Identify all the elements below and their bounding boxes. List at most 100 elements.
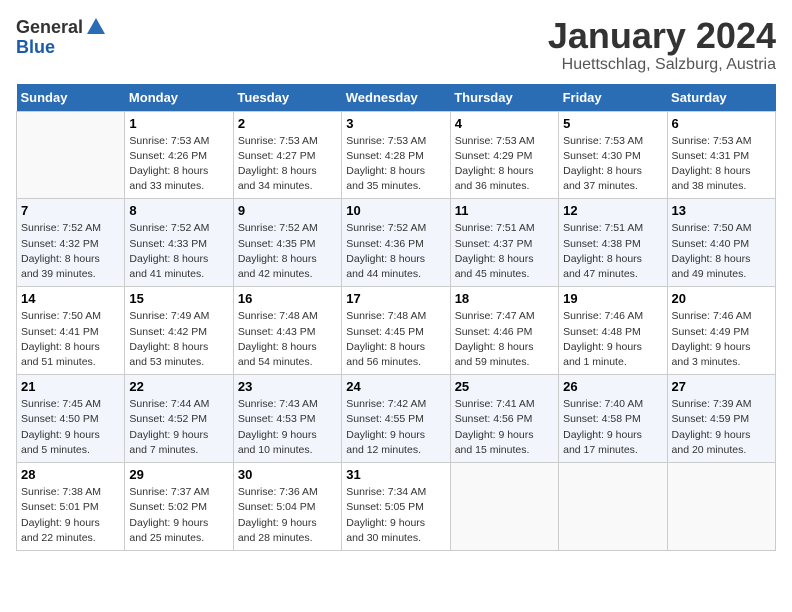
day-number: 3 [346, 116, 445, 131]
day-number: 28 [21, 467, 120, 482]
logo-blue: Blue [16, 38, 55, 56]
day-info: Sunrise: 7:34 AMSunset: 5:05 PMDaylight:… [346, 485, 445, 546]
day-cell: 21 Sunrise: 7:45 AMSunset: 4:50 PMDayligh… [17, 375, 125, 463]
day-cell: 20 Sunrise: 7:46 AMSunset: 4:49 PMDayligh… [667, 287, 775, 375]
week-row-3: 14 Sunrise: 7:50 AMSunset: 4:41 PMDayligh… [17, 287, 776, 375]
day-info: Sunrise: 7:43 AMSunset: 4:53 PMDaylight:… [238, 397, 337, 458]
day-cell: 19 Sunrise: 7:46 AMSunset: 4:48 PMDayligh… [559, 287, 667, 375]
day-number: 15 [129, 291, 228, 306]
day-info: Sunrise: 7:40 AMSunset: 4:58 PMDaylight:… [563, 397, 662, 458]
day-cell: 12 Sunrise: 7:51 AMSunset: 4:38 PMDayligh… [559, 199, 667, 287]
day-info: Sunrise: 7:46 AMSunset: 4:48 PMDaylight:… [563, 309, 662, 370]
day-number: 6 [672, 116, 771, 131]
day-cell [667, 463, 775, 551]
day-info: Sunrise: 7:51 AMSunset: 4:38 PMDaylight:… [563, 221, 662, 282]
header-row: SundayMondayTuesdayWednesdayThursdayFrid… [17, 84, 776, 112]
day-cell: 31 Sunrise: 7:34 AMSunset: 5:05 PMDayligh… [342, 463, 450, 551]
day-cell: 24 Sunrise: 7:42 AMSunset: 4:55 PMDayligh… [342, 375, 450, 463]
day-info: Sunrise: 7:48 AMSunset: 4:45 PMDaylight:… [346, 309, 445, 370]
day-info: Sunrise: 7:53 AMSunset: 4:26 PMDaylight:… [129, 134, 228, 195]
day-cell: 17 Sunrise: 7:48 AMSunset: 4:45 PMDayligh… [342, 287, 450, 375]
day-number: 23 [238, 379, 337, 394]
logo-icon [85, 16, 107, 38]
day-cell: 23 Sunrise: 7:43 AMSunset: 4:53 PMDayligh… [233, 375, 341, 463]
day-number: 4 [455, 116, 554, 131]
day-number: 21 [21, 379, 120, 394]
day-info: Sunrise: 7:42 AMSunset: 4:55 PMDaylight:… [346, 397, 445, 458]
week-row-5: 28 Sunrise: 7:38 AMSunset: 5:01 PMDayligh… [17, 463, 776, 551]
calendar-title: January 2024 [548, 16, 776, 56]
day-info: Sunrise: 7:53 AMSunset: 4:31 PMDaylight:… [672, 134, 771, 195]
day-number: 24 [346, 379, 445, 394]
day-cell [17, 111, 125, 199]
day-info: Sunrise: 7:53 AMSunset: 4:29 PMDaylight:… [455, 134, 554, 195]
day-number: 10 [346, 203, 445, 218]
day-info: Sunrise: 7:52 AMSunset: 4:33 PMDaylight:… [129, 221, 228, 282]
week-row-4: 21 Sunrise: 7:45 AMSunset: 4:50 PMDayligh… [17, 375, 776, 463]
day-number: 9 [238, 203, 337, 218]
day-info: Sunrise: 7:53 AMSunset: 4:28 PMDaylight:… [346, 134, 445, 195]
day-number: 31 [346, 467, 445, 482]
day-number: 8 [129, 203, 228, 218]
day-cell: 4 Sunrise: 7:53 AMSunset: 4:29 PMDaylight… [450, 111, 558, 199]
col-header-saturday: Saturday [667, 84, 775, 112]
day-cell: 26 Sunrise: 7:40 AMSunset: 4:58 PMDayligh… [559, 375, 667, 463]
col-header-tuesday: Tuesday [233, 84, 341, 112]
day-cell [450, 463, 558, 551]
col-header-monday: Monday [125, 84, 233, 112]
day-cell: 29Sunrise: 7:37 AMSunset: 5:02 PMDayligh… [125, 463, 233, 551]
logo-general: General [16, 18, 83, 36]
day-info: Sunrise: 7:49 AMSunset: 4:42 PMDaylight:… [129, 309, 228, 370]
day-info: Sunrise: 7:52 AMSunset: 4:35 PMDaylight:… [238, 221, 337, 282]
day-cell: 8 Sunrise: 7:52 AMSunset: 4:33 PMDaylight… [125, 199, 233, 287]
day-number: 16 [238, 291, 337, 306]
day-number: 25 [455, 379, 554, 394]
day-cell: 9 Sunrise: 7:52 AMSunset: 4:35 PMDaylight… [233, 199, 341, 287]
day-number: 11 [455, 203, 554, 218]
day-info: Sunrise: 7:52 AMSunset: 4:32 PMDaylight:… [21, 221, 120, 282]
day-number: 14 [21, 291, 120, 306]
day-cell: 25 Sunrise: 7:41 AMSunset: 4:56 PMDayligh… [450, 375, 558, 463]
week-row-2: 7 Sunrise: 7:52 AMSunset: 4:32 PMDaylight… [17, 199, 776, 287]
day-number: 12 [563, 203, 662, 218]
day-cell: 10 Sunrise: 7:52 AMSunset: 4:36 PMDayligh… [342, 199, 450, 287]
day-number: 7 [21, 203, 120, 218]
day-number: 19 [563, 291, 662, 306]
day-info: Sunrise: 7:37 AMSunset: 5:02 PMDaylight:… [129, 485, 228, 546]
day-cell: 22 Sunrise: 7:44 AMSunset: 4:52 PMDayligh… [125, 375, 233, 463]
day-number: 30 [238, 467, 337, 482]
day-number: 26 [563, 379, 662, 394]
day-cell: 3 Sunrise: 7:53 AMSunset: 4:28 PMDaylight… [342, 111, 450, 199]
day-info: Sunrise: 7:46 AMSunset: 4:49 PMDaylight:… [672, 309, 771, 370]
day-number: 2 [238, 116, 337, 131]
day-info: Sunrise: 7:45 AMSunset: 4:50 PMDaylight:… [21, 397, 120, 458]
day-cell: 6 Sunrise: 7:53 AMSunset: 4:31 PMDaylight… [667, 111, 775, 199]
day-info: Sunrise: 7:38 AMSunset: 5:01 PMDaylight:… [21, 485, 120, 546]
day-number: 18 [455, 291, 554, 306]
day-info: Sunrise: 7:52 AMSunset: 4:36 PMDaylight:… [346, 221, 445, 282]
day-cell: 2 Sunrise: 7:53 AMSunset: 4:27 PMDaylight… [233, 111, 341, 199]
day-number: 17 [346, 291, 445, 306]
day-info: Sunrise: 7:53 AMSunset: 4:30 PMDaylight:… [563, 134, 662, 195]
day-cell: 27Sunrise: 7:39 AMSunset: 4:59 PMDayligh… [667, 375, 775, 463]
day-cell: 5Sunrise: 7:53 AMSunset: 4:30 PMDaylight… [559, 111, 667, 199]
col-header-wednesday: Wednesday [342, 84, 450, 112]
calendar-table: SundayMondayTuesdayWednesdayThursdayFrid… [16, 84, 776, 551]
day-number: 1 [129, 116, 228, 131]
day-cell [559, 463, 667, 551]
day-info: Sunrise: 7:50 AMSunset: 4:41 PMDaylight:… [21, 309, 120, 370]
day-cell: 30Sunrise: 7:36 AMSunset: 5:04 PMDayligh… [233, 463, 341, 551]
day-info: Sunrise: 7:53 AMSunset: 4:27 PMDaylight:… [238, 134, 337, 195]
title-area: January 2024 Huettschlag, Salzburg, Aust… [548, 16, 776, 74]
day-info: Sunrise: 7:41 AMSunset: 4:56 PMDaylight:… [455, 397, 554, 458]
day-cell: 18Sunrise: 7:47 AMSunset: 4:46 PMDayligh… [450, 287, 558, 375]
col-header-sunday: Sunday [17, 84, 125, 112]
day-cell: 13Sunrise: 7:50 AMSunset: 4:40 PMDayligh… [667, 199, 775, 287]
day-number: 13 [672, 203, 771, 218]
day-cell: 16Sunrise: 7:48 AMSunset: 4:43 PMDayligh… [233, 287, 341, 375]
day-number: 22 [129, 379, 228, 394]
calendar-subtitle: Huettschlag, Salzburg, Austria [548, 56, 776, 74]
day-number: 20 [672, 291, 771, 306]
day-info: Sunrise: 7:51 AMSunset: 4:37 PMDaylight:… [455, 221, 554, 282]
day-info: Sunrise: 7:44 AMSunset: 4:52 PMDaylight:… [129, 397, 228, 458]
